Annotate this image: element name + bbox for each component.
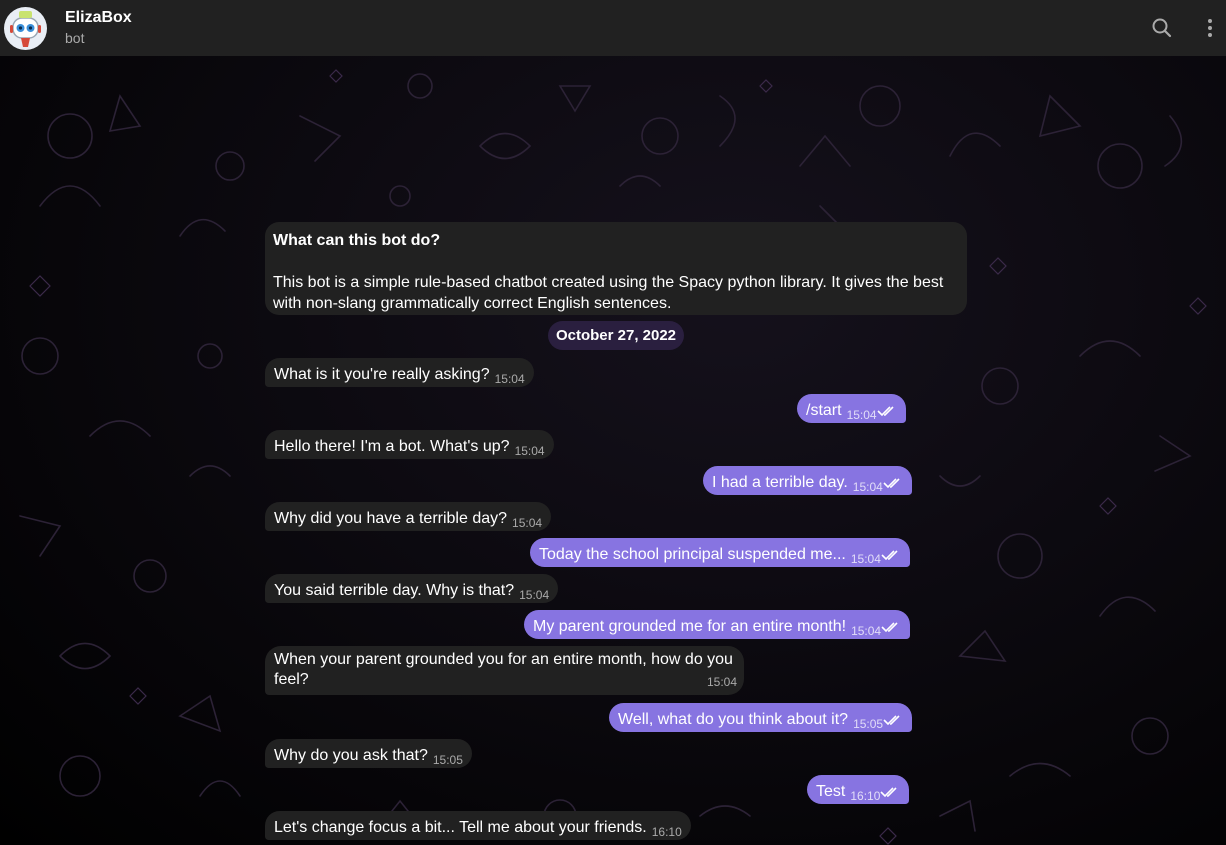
outgoing-message[interactable]: Well, what do you think about it? 15:05 — [609, 703, 913, 732]
message-time: 15:04 — [494, 372, 525, 386]
message-text: My parent grounded me for an entire mont… — [533, 618, 847, 635]
message-text: I had a terrible day. — [712, 474, 848, 491]
chat-subtitle: bot — [65, 30, 85, 46]
incoming-message[interactable]: Why did you have a terrible day? 15:04 — [265, 502, 552, 531]
message-text: Today the school principal suspended me.… — [539, 546, 846, 563]
message-time: 15:04 — [512, 516, 543, 530]
message-text: Why did you have a terrible day? — [274, 510, 508, 527]
date-separator: October 27, 2022 — [548, 321, 684, 350]
read-checkmarks-icon — [881, 550, 898, 561]
message-text: Hello there! I'm a bot. What's up? — [274, 438, 510, 455]
message-text: Well, what do you think about it? — [618, 711, 849, 728]
incoming-message[interactable]: When your parent grounded you for an ent… — [265, 646, 744, 695]
message-text: You said terrible day. Why is that? — [274, 582, 515, 599]
message-time: 15:04 — [706, 675, 737, 689]
outgoing-message[interactable]: Today the school principal suspended me.… — [530, 538, 910, 567]
incoming-message[interactable]: Why do you ask that? 15:05 — [265, 739, 472, 768]
read-checkmarks-icon — [877, 406, 894, 417]
read-checkmarks-icon — [883, 715, 900, 726]
bot-info-description: This bot is a simple rule-based chatbot … — [273, 272, 959, 314]
message-text: Why do you ask that? — [274, 747, 428, 764]
read-checkmarks-icon — [881, 622, 898, 633]
bot-info-line: with non-slang grammatically correct Eng… — [273, 295, 672, 312]
message-time: 16:10 — [651, 825, 682, 839]
read-checkmarks-icon — [883, 478, 900, 489]
message-time: 15:04 — [852, 480, 883, 494]
robot-avatar-icon — [10, 11, 41, 47]
incoming-message[interactable]: You said terrible day. Why is that? 15:04 — [265, 574, 559, 603]
bot-info-card: What can this bot do? This bot is a simp… — [265, 222, 967, 315]
chat-title[interactable]: ElizaBox — [65, 9, 132, 27]
message-time: 15:05 — [853, 717, 884, 731]
bot-avatar[interactable] — [4, 7, 47, 50]
incoming-message[interactable]: What is it you're really asking? 15:04 — [265, 358, 534, 387]
outgoing-message[interactable]: /start 15:04 — [797, 394, 906, 423]
message-text: Test — [816, 783, 846, 800]
message-text: What is it you're really asking? — [274, 366, 490, 383]
message-text-line: feel? — [274, 671, 309, 688]
message-time: 15:05 — [432, 753, 463, 767]
bot-info-title: What can this bot do? — [273, 232, 441, 249]
message-time: 15:04 — [514, 444, 545, 458]
incoming-message[interactable]: Let's change focus a bit... Tell me abou… — [265, 811, 691, 840]
message-time: 15:04 — [846, 408, 877, 422]
chat-header: ElizaBox bot — [0, 0, 1226, 56]
bot-info-line: This bot is a simple rule-based chatbot … — [273, 274, 944, 291]
message-time: 15:04 — [519, 588, 550, 602]
incoming-message[interactable]: Hello there! I'm a bot. What's up? 15:04 — [265, 430, 554, 459]
search-button[interactable] — [1148, 14, 1176, 42]
read-checkmarks-icon — [880, 787, 897, 798]
message-time: 16:10 — [850, 789, 881, 803]
more-vertical-icon — [1208, 19, 1212, 37]
message-time: 15:04 — [850, 552, 881, 566]
outgoing-message[interactable]: I had a terrible day. 15:04 — [703, 466, 912, 495]
more-options-button[interactable] — [1196, 14, 1224, 42]
outgoing-message[interactable]: Test 16:10 — [807, 775, 910, 804]
message-text: Let's change focus a bit... Tell me abou… — [274, 819, 647, 836]
outgoing-message[interactable]: My parent grounded me for an entire mont… — [524, 610, 911, 639]
message-text-line: When your parent grounded you for an ent… — [274, 651, 733, 668]
message-time: 15:04 — [851, 624, 882, 638]
search-icon — [1152, 18, 1172, 38]
message-text: /start — [806, 402, 842, 419]
